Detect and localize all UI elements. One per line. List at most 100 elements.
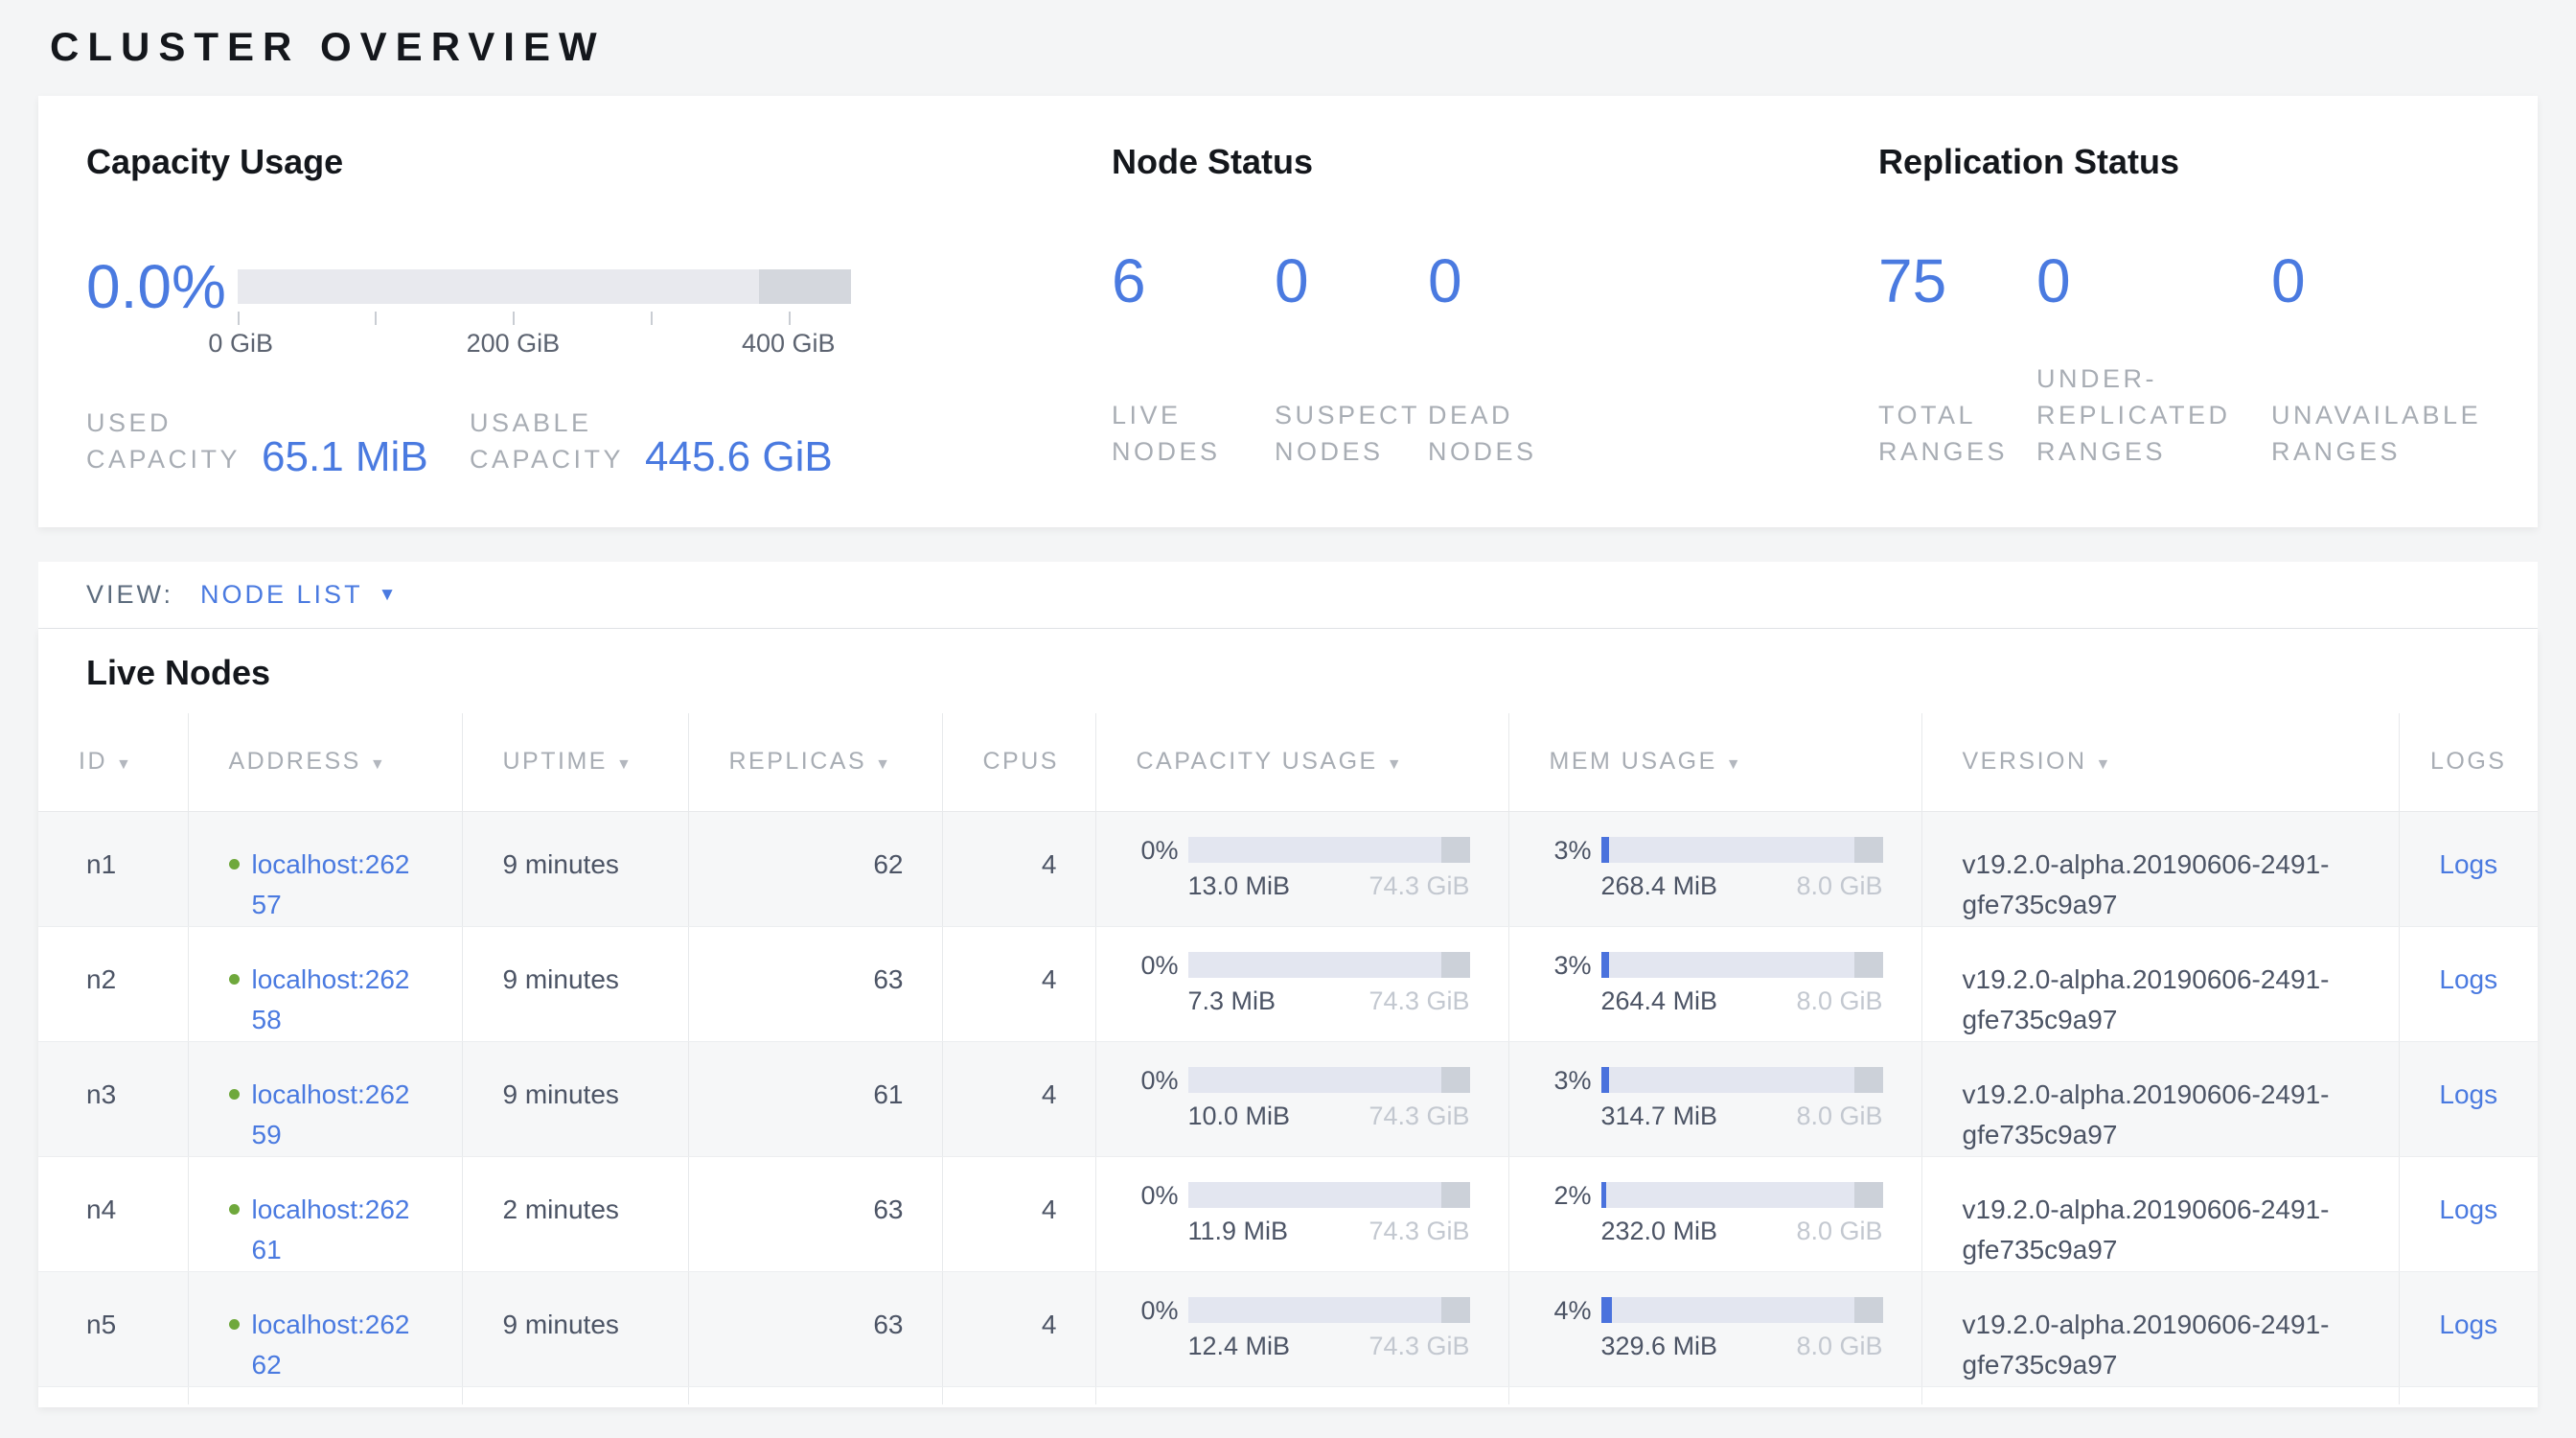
mem-usage-meter: 2% 232.0 MiB 8.0 GiB [1536,1182,1883,1246]
node-capacity-usage-cell: 0% 13.0 MiB 74.3 GiB [1095,811,1508,926]
node-mem-usage-cell: 3% 268.4 MiB 8.0 GiB [1508,811,1921,926]
live-nodes-stat: 6 LIVE NODES [1112,244,1275,470]
node-id-cell: n3 [38,1041,188,1156]
capacity-usage-meter: 0% 11.9 MiB 74.3 GiB [1123,1182,1470,1246]
node-address-link[interactable]: localhost:26257 [252,845,423,925]
node-address-cell: localhost:26258 [188,926,462,1041]
node-uptime-cell: 9 minutes [462,1041,688,1156]
capacity-total-value: 74.3 GiB [1368,870,1469,901]
node-list-dropdown[interactable]: NODE LIST ▼ [200,580,396,610]
mem-used-value: 314.7 MiB [1601,1101,1718,1131]
unavailable-ranges-stat: 0 UNAVAILABLE RANGES [2271,244,2481,470]
capacity-bar [238,269,851,304]
col-header-uptime[interactable]: UPTIME▼ [462,713,688,811]
node-list-dropdown-value: NODE LIST [200,580,363,610]
node-cpus-cell: 4 [942,811,1095,926]
dead-nodes-label: DEAD NODES [1428,397,1537,470]
mem-meter-reserved-segment [1854,1067,1882,1093]
capacity-usage-chart: 0.0% 0 GiB 200 GiB 400 GiB [86,244,1112,360]
node-address-link[interactable]: localhost:26262 [252,1305,423,1385]
sort-arrow-icon: ▼ [875,756,892,773]
table-row: n5 localhost:26262 9 minutes 63 4 0% 12.… [38,1271,2538,1386]
node-cpus-cell: 4 [942,1271,1095,1386]
capacity-usage-meter: 0% 12.4 MiB 74.3 GiB [1123,1297,1470,1361]
mem-used-value: 232.0 MiB [1601,1216,1718,1246]
mem-total-value: 8.0 GiB [1796,986,1882,1016]
node-logs-cell: Logs [2399,1271,2538,1386]
replication-status-stats: 75 TOTAL RANGES 0 UNDER- REPLICATED RANG… [1878,244,2538,470]
node-logs-cell: Logs [2399,811,2538,926]
mem-total-value: 8.0 GiB [1796,1331,1882,1361]
logs-link[interactable]: Logs [2439,1079,2497,1109]
mem-usage-meter: 3% 314.7 MiB 8.0 GiB [1536,1067,1883,1131]
view-label: VIEW: [86,580,173,610]
unavailable-ranges-label: UNAVAILABLE RANGES [2271,397,2481,470]
logs-link[interactable]: Logs [2439,1310,2497,1339]
col-header-capacity-usage[interactable]: CAPACITY USAGE▼ [1095,713,1508,811]
node-uptime-cell: 9 minutes [462,926,688,1041]
unavailable-ranges-count: 0 [2271,244,2481,318]
mem-meter-fill [1601,1297,1613,1323]
node-version-cell: v19.2.0-alpha.20190606-2491-gfe735c9a97 [1921,1156,2399,1271]
node-mem-usage-cell: 4% 329.6 MiB 8.0 GiB [1508,1271,1921,1386]
mem-total-value: 8.0 GiB [1796,870,1882,901]
logs-link[interactable]: Logs [2439,849,2497,879]
mem-meter-reserved-segment [1854,837,1882,863]
table-row: n3 localhost:26259 9 minutes 61 4 0% 10.… [38,1041,2538,1156]
node-id-cell: n2 [38,926,188,1041]
node-id-cell: n5 [38,1271,188,1386]
axis-tick [513,312,515,325]
col-header-version[interactable]: VERSION▼ [1921,713,2399,811]
table-row: n1 localhost:26257 9 minutes 62 4 0% 13.… [38,811,2538,926]
node-cpus-cell: 4 [942,926,1095,1041]
mem-meter-track [1601,1067,1883,1093]
mem-meter-reserved-segment [1854,1182,1882,1208]
node-cpus-cell: 4 [942,1041,1095,1156]
node-capacity-usage-cell: 0% 11.9 MiB 74.3 GiB [1095,1156,1508,1271]
sort-arrow-icon: ▼ [1387,756,1404,773]
replication-status-title: Replication Status [1878,142,2538,182]
node-logs-cell: Logs [2399,1156,2538,1271]
node-version-cell: v19.2.0-alpha.20190606-2491-gfe735c9a97 [1921,1271,2399,1386]
capacity-meter-reserved-segment [1441,837,1469,863]
col-header-address[interactable]: ADDRESS▼ [188,713,462,811]
col-header-id[interactable]: ID▼ [38,713,188,811]
node-status-title: Node Status [1112,142,1878,182]
used-capacity-label: USED CAPACITY [86,405,241,477]
node-replicas-cell: 63 [688,1271,942,1386]
capacity-usage-meter: 0% 13.0 MiB 74.3 GiB [1123,837,1470,901]
sort-arrow-icon: ▼ [616,756,633,773]
suspect-nodes-count: 0 [1275,244,1428,318]
mem-meter-reserved-segment [1854,952,1882,978]
node-replicas-cell: 62 [688,811,942,926]
node-address-cell: localhost:26261 [188,1156,462,1271]
logs-link[interactable]: Logs [2439,964,2497,994]
col-header-mem-usage[interactable]: MEM USAGE▼ [1508,713,1921,811]
node-address-link[interactable]: localhost:26258 [252,960,423,1040]
capacity-bar-axis: 0 GiB 200 GiB 400 GiB [238,269,851,360]
capacity-usage-meter: 0% 7.3 MiB 74.3 GiB [1123,952,1470,1016]
col-header-cpus: CPUS [942,713,1095,811]
node-mem-usage-cell: 3% 264.4 MiB 8.0 GiB [1508,926,1921,1041]
live-nodes-card: Live Nodes ID▼ ADDRESS▼ UPTIME▼ REPLICAS… [38,629,2538,1407]
node-uptime-cell: 9 minutes [462,1271,688,1386]
suspect-nodes-stat: 0 SUSPECT NODES [1275,244,1428,470]
view-bar: VIEW: NODE LIST ▼ [38,562,2538,629]
mem-meter-track [1601,952,1883,978]
capacity-used-value: 10.0 MiB [1188,1101,1291,1131]
logs-link[interactable]: Logs [2439,1194,2497,1224]
mem-meter-fill [1601,1182,1607,1208]
sort-arrow-icon: ▼ [370,756,387,773]
node-version-cell: v19.2.0-alpha.20190606-2491-gfe735c9a97 [1921,1041,2399,1156]
mem-meter-fill [1601,1067,1610,1093]
node-address-link[interactable]: localhost:26261 [252,1190,423,1270]
node-replicas-cell: 63 [688,1156,942,1271]
node-capacity-usage-cell: 0% 7.3 MiB 74.3 GiB [1095,926,1508,1041]
col-header-replicas[interactable]: REPLICAS▼ [688,713,942,811]
node-logs-cell: Logs [2399,1041,2538,1156]
mem-meter-track [1601,1297,1883,1323]
node-address-link[interactable]: localhost:26259 [252,1075,423,1155]
under-replicated-ranges-stat: 0 UNDER- REPLICATED RANGES [2036,244,2271,470]
sort-arrow-icon: ▼ [2096,756,2113,773]
capacity-total-value: 74.3 GiB [1368,1331,1469,1361]
